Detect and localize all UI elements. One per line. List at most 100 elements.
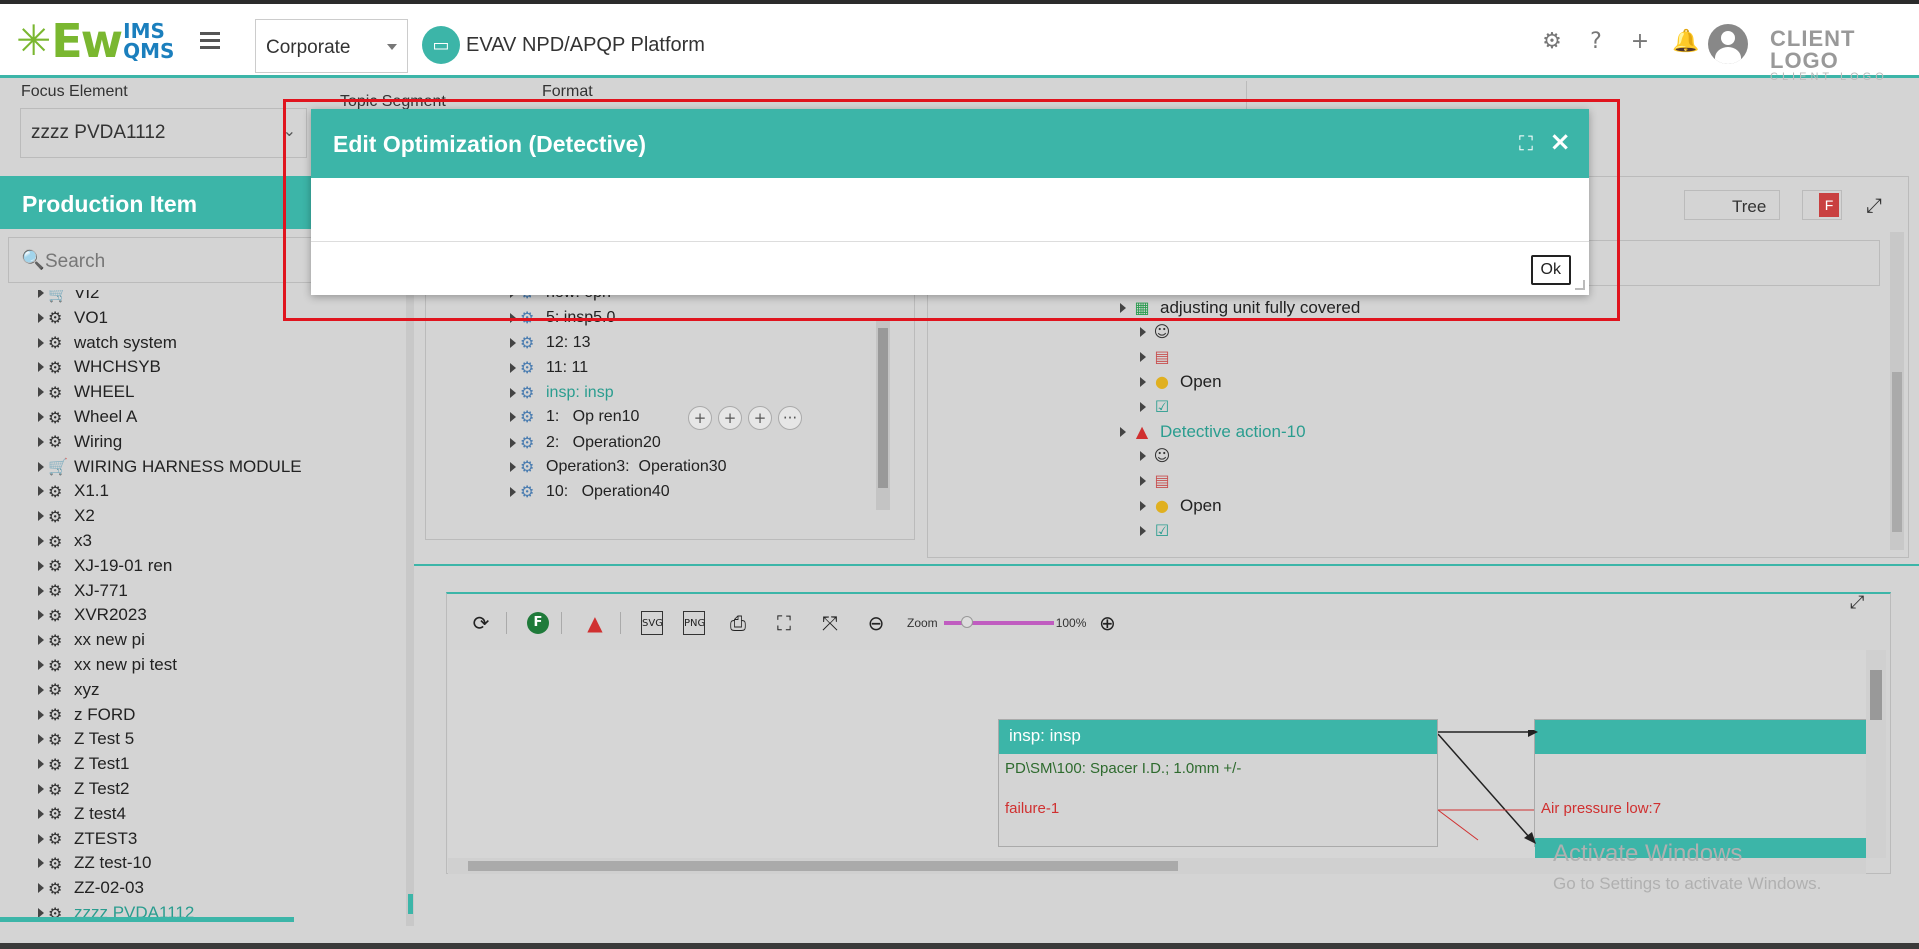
operation-node[interactable]: ⚙ 5: insp5.0 [510, 308, 615, 327]
print-icon[interactable]: ⎙ [725, 610, 751, 636]
expand-triangle-icon[interactable] [38, 536, 44, 546]
add-button[interactable]: + [718, 406, 742, 430]
zoom-out-icon[interactable]: ⊖ [863, 610, 889, 636]
list-item[interactable]: ⚙ xyz [38, 679, 100, 701]
expand-triangle-icon[interactable] [38, 635, 44, 646]
gear-icon[interactable]: ⚙ [1540, 30, 1564, 54]
diagram-vertical-scrollbar[interactable] [1866, 650, 1886, 858]
expand-triangle-icon[interactable] [1140, 327, 1146, 337]
expand-triangle-icon[interactable] [38, 362, 44, 373]
operation-node[interactable]: ⚙ 2: Operation20 [510, 433, 661, 452]
expand-triangle-icon[interactable] [1140, 501, 1146, 511]
expand-triangle-icon[interactable] [38, 511, 44, 522]
detail-tree-node[interactable]: ▤ [1140, 471, 1180, 491]
png-icon[interactable]: PNG [683, 611, 705, 635]
zoom-in-icon[interactable]: ⊕ [1094, 610, 1120, 636]
operation-node[interactable]: ⚙ 1: Op ren10 [510, 407, 639, 426]
expand-triangle-icon[interactable] [1120, 427, 1126, 437]
fit-icon[interactable]: ⤧ [817, 610, 843, 636]
expand-triangle-icon[interactable] [38, 436, 44, 447]
expand-triangle-icon[interactable] [38, 684, 44, 695]
diagram-node-failure[interactable]: Air pressure low:7 [1534, 719, 1866, 858]
expand-triangle-icon[interactable] [510, 312, 516, 323]
f-toggle[interactable]: F [1802, 190, 1842, 220]
expand-triangle-icon[interactable] [38, 759, 44, 770]
expand-triangle-icon[interactable] [38, 610, 44, 621]
fullscreen-icon[interactable]: ⛶ [771, 610, 797, 636]
expand-triangle-icon[interactable] [38, 660, 44, 670]
list-item[interactable]: 🛒 WIRING HARNESS MODULE [38, 456, 302, 478]
list-item[interactable]: 🛒 VI2 [38, 290, 100, 304]
platform-title[interactable]: ▭ EVAV NPD/APQP Platform [422, 26, 705, 64]
list-item[interactable]: ⚙ Wheel A [38, 406, 137, 428]
expand-triangle-icon[interactable] [1140, 526, 1146, 536]
detail-scrollbar[interactable] [1890, 232, 1904, 550]
detail-tree-node[interactable]: ▤ [1140, 347, 1180, 367]
resize-handle-icon[interactable] [1575, 280, 1585, 290]
expand-triangle-icon[interactable] [38, 486, 44, 497]
operation-node[interactable]: ⚙ 12: 13 [510, 333, 590, 352]
add-button[interactable]: + [688, 406, 712, 430]
detail-tree-node[interactable]: ☑ [1140, 397, 1180, 417]
expand-triangle-icon[interactable] [1140, 476, 1146, 486]
expand-triangle-icon[interactable] [38, 560, 44, 571]
expand-triangle-icon[interactable] [38, 337, 44, 348]
list-item[interactable]: ⚙ Z test4 [38, 803, 126, 825]
list-item[interactable]: ⚙ WHCHSYB [38, 356, 161, 378]
expand-triangle-icon[interactable] [38, 312, 44, 323]
list-item[interactable]: ⚙ VO1 [38, 307, 108, 329]
expand-triangle-icon[interactable] [510, 362, 516, 373]
expand-icon[interactable]: ⤢ [1866, 193, 1882, 217]
expand-triangle-icon[interactable] [38, 833, 44, 844]
expand-triangle-icon[interactable] [38, 412, 44, 422]
list-item[interactable]: ⚙ XJ-19-01 ren [38, 555, 172, 577]
detail-tree-node[interactable]: ☺ [1140, 322, 1180, 342]
expand-triangle-icon[interactable] [38, 808, 44, 819]
diagram-canvas[interactable]: insp: insp PD\SM\100: Spacer I.D.; 1.0mm… [448, 650, 1866, 858]
detail-tree-node[interactable]: ▲ Detective action-10 [1120, 422, 1306, 442]
detail-tree-node[interactable]: ☑ [1140, 521, 1180, 541]
list-item[interactable]: ⚙ Z Test1 [38, 753, 129, 775]
list-item[interactable]: ⚙ XVR2023 [38, 604, 147, 626]
expand-triangle-icon[interactable] [1120, 303, 1126, 313]
expand-triangle-icon[interactable] [38, 461, 44, 472]
detail-tree-node[interactable]: ▦ adjusting unit fully covered [1120, 298, 1360, 318]
diagram-node-insp[interactable]: insp: insp PD\SM\100: Spacer I.D.; 1.0mm… [998, 719, 1438, 847]
detail-tree-node[interactable]: ☺ [1140, 446, 1180, 466]
list-item[interactable]: ⚙ xx new pi [38, 629, 145, 651]
expand-triangle-icon[interactable] [1140, 451, 1146, 461]
expand-triangle-icon[interactable] [38, 709, 44, 720]
bell-icon[interactable]: 🔔 [1672, 30, 1699, 54]
list-item[interactable]: ⚙ z FORD [38, 704, 135, 726]
expand-triangle-icon[interactable] [38, 734, 44, 745]
expand-triangle-icon[interactable] [510, 411, 516, 422]
operation-node[interactable]: ⚙ 10: Operation40 [510, 482, 670, 501]
expand-triangle-icon[interactable] [38, 858, 44, 869]
list-item[interactable]: ⚙ X1.1 [38, 480, 109, 502]
expand-triangle-icon[interactable] [1140, 377, 1146, 387]
expand-triangle-icon[interactable] [1140, 402, 1146, 412]
list-item[interactable]: ⚙ x3 [38, 530, 92, 552]
detail-tree-node[interactable]: ● Open [1140, 372, 1222, 392]
list-item[interactable]: ⚙ watch system [38, 332, 177, 354]
app-logo[interactable]: ✳ Ew IMS QMS [16, 14, 174, 68]
expand-triangle-icon[interactable] [1140, 352, 1146, 362]
list-item[interactable]: ⚙ Z Test2 [38, 778, 129, 800]
expand-triangle-icon[interactable] [38, 585, 44, 596]
diagram-expand-icon[interactable]: ⤢ [1850, 592, 1864, 613]
operations-scrollbar[interactable] [876, 320, 890, 510]
list-item[interactable]: ⚙ XJ-771 [38, 580, 128, 602]
expand-triangle-icon[interactable] [510, 437, 516, 448]
maximize-icon[interactable]: ⛶ [1519, 131, 1533, 155]
operation-node[interactable]: ⚙ Operation3: Operation30 [510, 457, 727, 476]
expand-triangle-icon[interactable] [38, 883, 44, 894]
operation-node[interactable]: ⚙ insp: insp [510, 383, 614, 402]
site-select[interactable]: Corporate [255, 19, 408, 73]
user-avatar[interactable] [1708, 24, 1748, 64]
list-item[interactable]: ⚙ Wiring [38, 431, 122, 453]
tree-toggle[interactable]: Tree [1684, 190, 1780, 220]
detail-tree-node[interactable]: ● Open [1140, 496, 1222, 516]
add-button[interactable]: + [748, 406, 772, 430]
expand-triangle-icon[interactable] [38, 387, 44, 398]
hamburger-menu-icon[interactable] [200, 32, 220, 53]
